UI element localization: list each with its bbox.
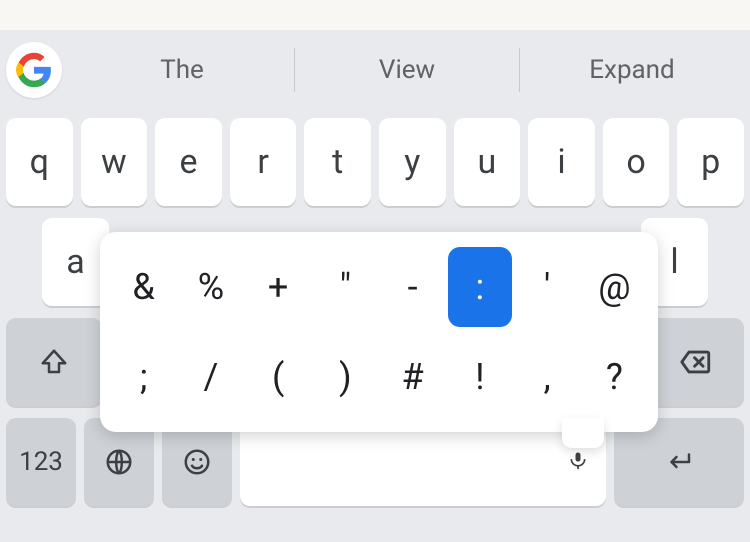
popup-key-hash[interactable]: # [381,337,444,417]
globe-icon [104,447,134,477]
popup-row-1: & % + " - : ' @ [112,247,646,327]
popup-key-semicolon[interactable]: ; [112,337,175,417]
key-row-1: q w e r t y u i o p [6,118,744,206]
key-q[interactable]: q [6,118,73,206]
key-w[interactable]: w [81,118,148,206]
key-o[interactable]: o [603,118,670,206]
longpress-symbol-popup: & % + " - : ' @ ; / ( ) # ! , ? [100,232,658,432]
popup-row-2: ; / ( ) # ! , ? [112,337,646,417]
app-content-strip [0,0,750,30]
shift-icon [39,347,69,377]
key-i[interactable]: i [528,118,595,206]
shift-key[interactable] [6,318,102,406]
popup-key-colon-selected[interactable]: : [448,247,511,327]
key-p[interactable]: p [677,118,744,206]
key-r[interactable]: r [230,118,297,206]
popup-key-comma[interactable]: , [516,337,579,417]
key-y[interactable]: y [379,118,446,206]
suggestion-1[interactable]: The [70,42,294,98]
google-g-icon [16,52,52,88]
popup-key-plus[interactable]: + [247,247,310,327]
google-logo-button[interactable] [6,42,62,98]
popup-key-hyphen[interactable]: - [381,247,444,327]
popup-key-question[interactable]: ? [583,337,646,417]
key-e[interactable]: e [155,118,222,206]
popup-key-doublequote[interactable]: " [314,247,377,327]
suggestion-3[interactable]: Expand [520,42,744,98]
popup-key-at[interactable]: @ [583,247,646,327]
mic-icon[interactable] [568,447,588,477]
popup-key-bang[interactable]: ! [448,337,511,417]
backspace-icon [679,345,713,379]
backspace-key[interactable] [648,318,744,406]
enter-icon [659,447,699,477]
popup-key-slash[interactable]: / [179,337,242,417]
key-u[interactable]: u [454,118,521,206]
popup-key-percent[interactable]: % [179,247,242,327]
symbols-key[interactable]: 123 [6,418,76,506]
popup-key-ampersand[interactable]: & [112,247,175,327]
popup-key-apostrophe[interactable]: ' [516,247,579,327]
suggestion-2[interactable]: View [295,42,519,98]
suggestion-list: The View Expand [70,42,744,98]
key-a[interactable]: a [42,218,109,306]
popup-key-lparen[interactable]: ( [247,337,310,417]
key-t[interactable]: t [304,118,371,206]
popup-key-rparen[interactable]: ) [314,337,377,417]
emoji-icon [182,447,212,477]
keyboard: q w e r t y u i o p a l 123 [0,110,750,542]
suggestion-bar: The View Expand [0,30,750,110]
